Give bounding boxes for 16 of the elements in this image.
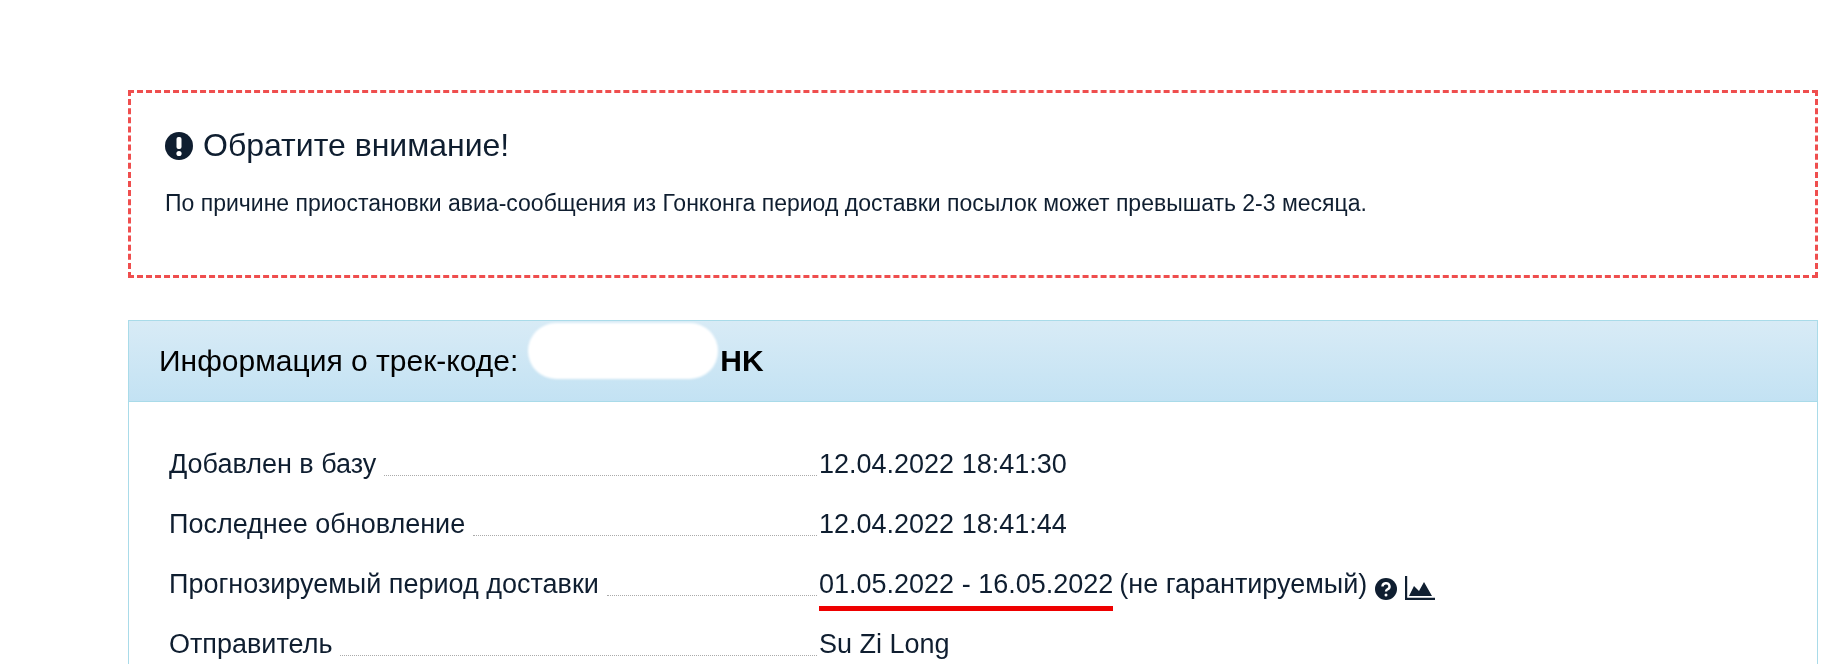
field-label: Последнее обновление — [169, 509, 466, 540]
field-value: Su Zi Long — [819, 629, 950, 660]
field-note: (не гарантируемый) — [1119, 569, 1368, 600]
notice-text: По причине приостановки авиа-сообщения из Гонконга период доставки посылок может превышать 2-3 месяца. — [165, 190, 1368, 217]
notice-title: Обратите внимание! — [203, 127, 510, 164]
field-value: 01.05.2022 - 16.05.2022 — [819, 569, 1114, 611]
field-label: Добавлен в базу — [169, 449, 377, 480]
help-icon[interactable] — [1375, 578, 1398, 600]
exclamation-icon — [165, 131, 193, 160]
field-value: 12.04.2022 18:41:30 — [819, 449, 1067, 480]
field-label: Прогнозируемый период доставки — [169, 569, 599, 600]
field-label: Отправитель — [169, 629, 333, 660]
panel-title: Информация о трек-коде: — [159, 344, 519, 378]
track-code: HK — [720, 344, 764, 378]
area-chart-icon[interactable] — [1405, 576, 1436, 600]
field-value: 12.04.2022 18:41:44 — [819, 509, 1067, 540]
